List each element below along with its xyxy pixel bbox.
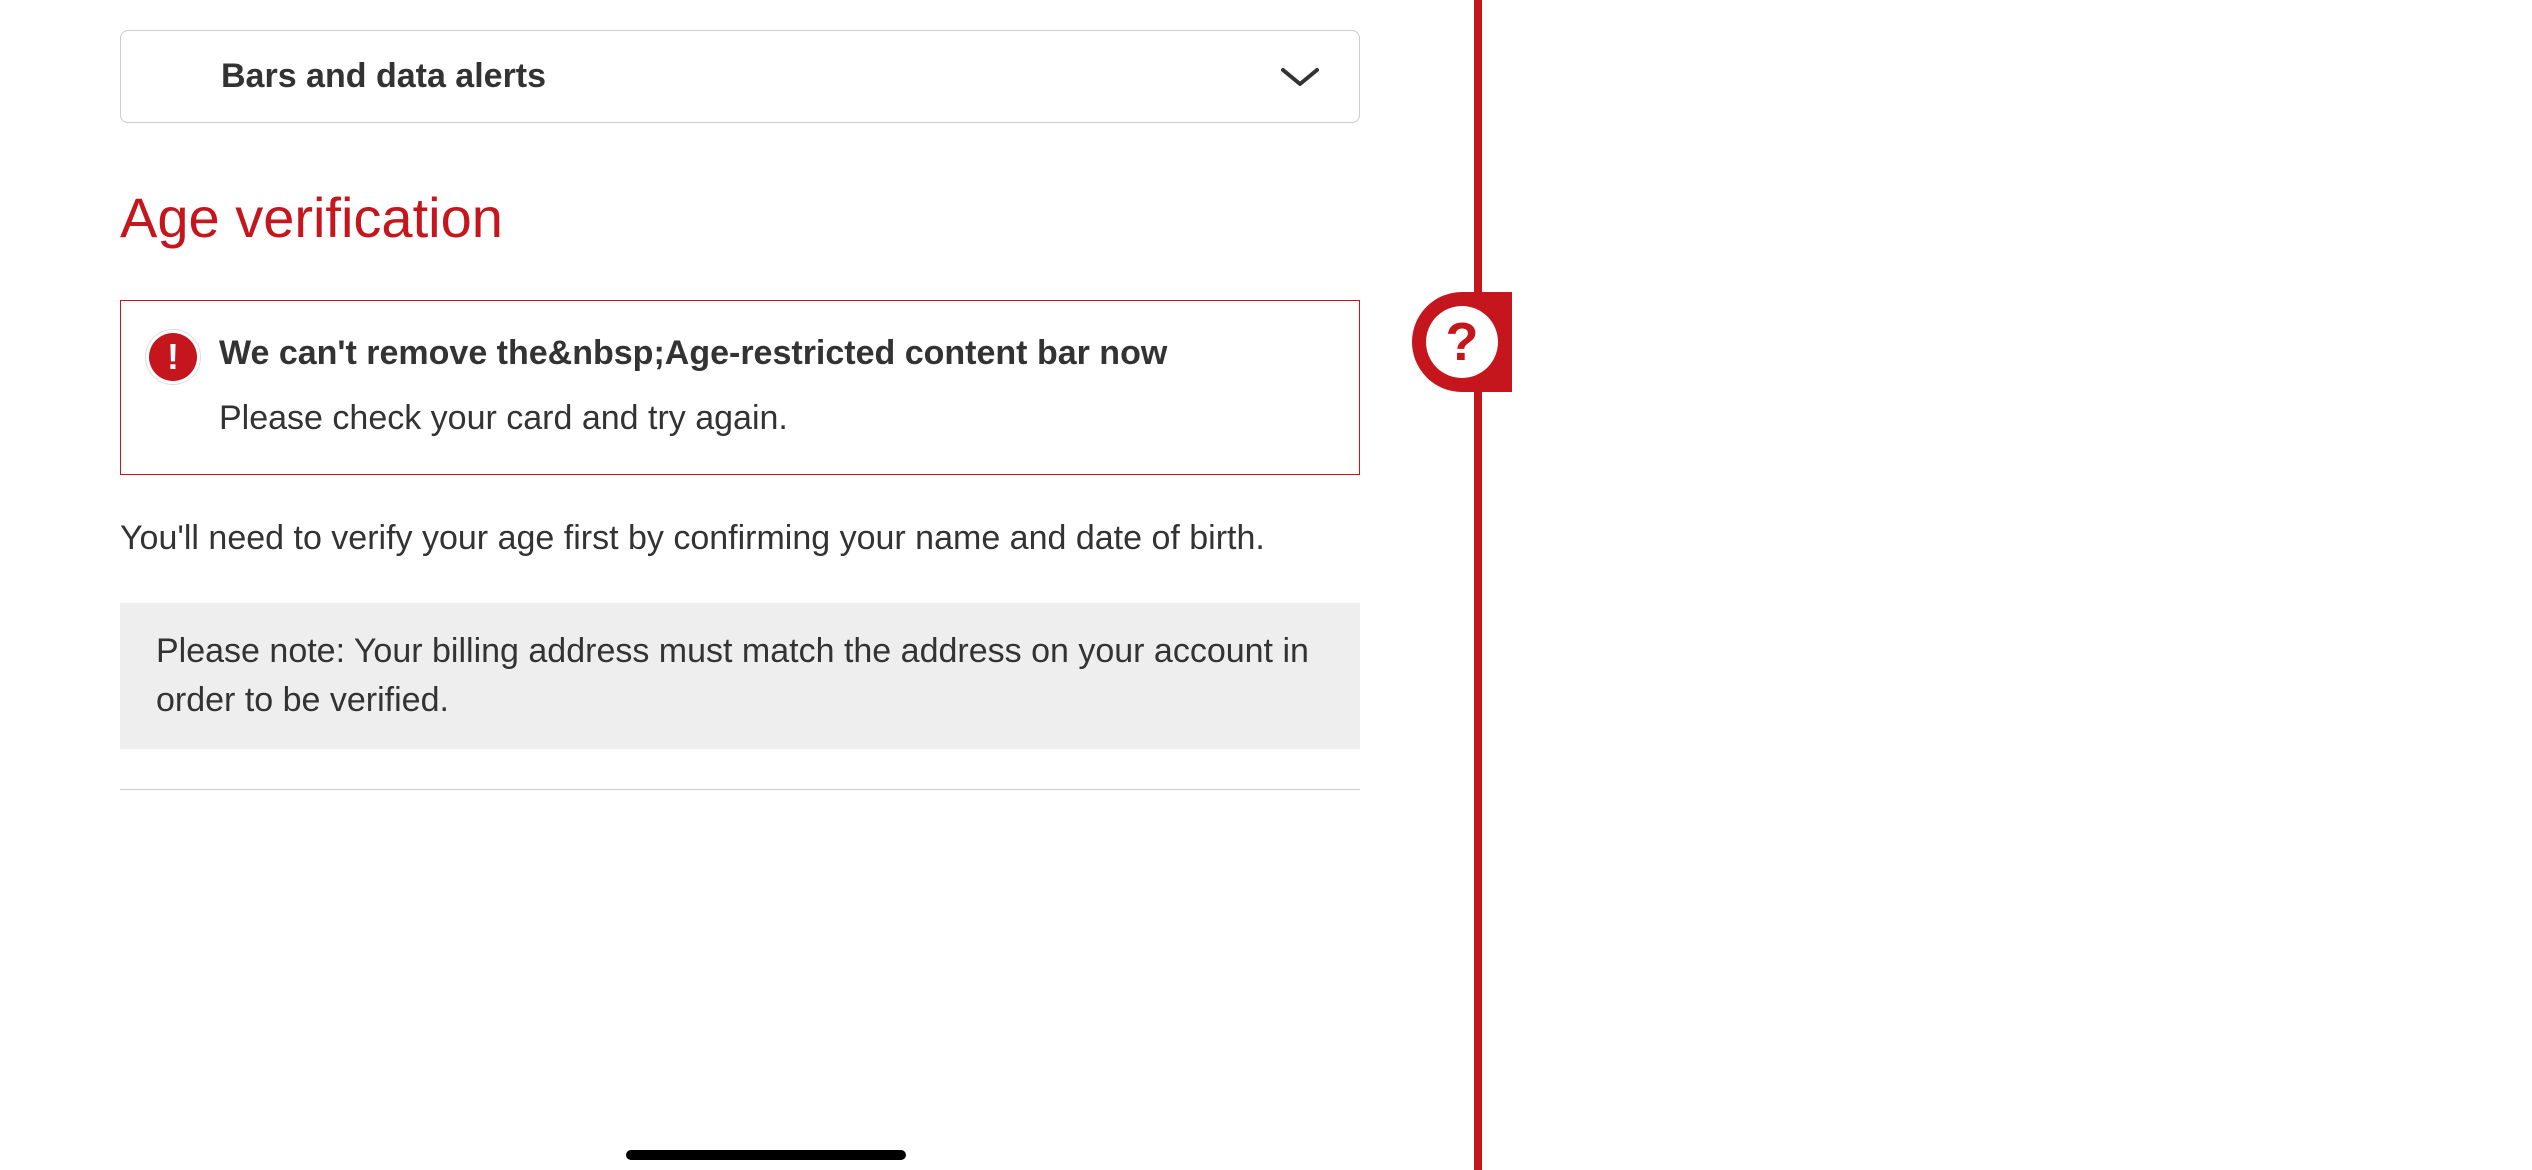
error-content: We can't remove the&nbsp;Age-restricted … — [219, 331, 1167, 438]
chevron-down-icon — [1281, 66, 1319, 88]
error-message: Please check your card and try again. — [219, 399, 1167, 438]
page-heading: Age verification — [120, 185, 1360, 250]
help-icon: ? — [1426, 306, 1498, 378]
right-edge-accent-bar — [1474, 0, 1482, 1170]
note-box: Please note: Your billing address must m… — [120, 603, 1360, 750]
help-button[interactable]: ? — [1412, 292, 1512, 392]
instruction-text: You'll need to verify your age first by … — [120, 515, 1360, 563]
error-alert: ! We can't remove the&nbsp;Age-restricte… — [120, 300, 1360, 475]
accordion-bars-data-alerts[interactable]: Bars and data alerts — [120, 30, 1360, 123]
error-title: We can't remove the&nbsp;Age-restricted … — [219, 331, 1167, 375]
accordion-title: Bars and data alerts — [221, 57, 546, 96]
error-icon: ! — [149, 333, 197, 381]
home-indicator — [626, 1150, 906, 1160]
note-text: Please note: Your billing address must m… — [156, 627, 1324, 726]
divider — [120, 789, 1360, 790]
